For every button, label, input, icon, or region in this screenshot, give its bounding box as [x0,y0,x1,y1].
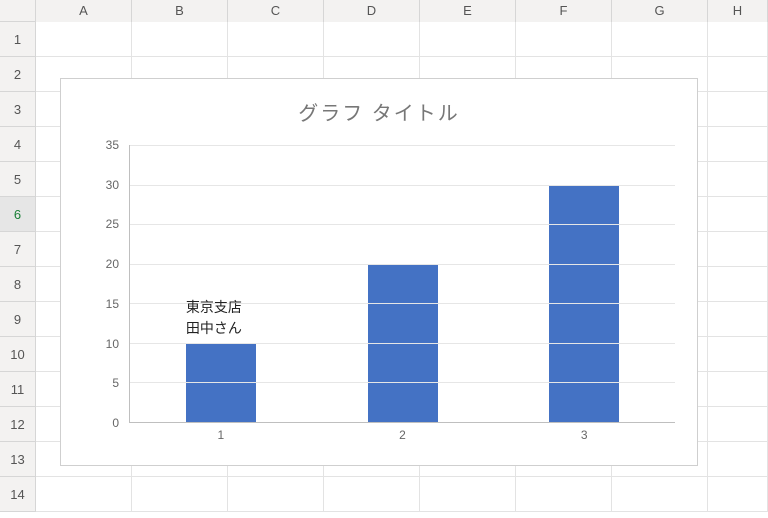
column-header-C[interactable]: C [228,0,324,22]
row-header-6[interactable]: 6 [0,197,36,232]
cell-C1[interactable] [228,22,324,57]
gridline [130,185,675,186]
cell-A1[interactable] [36,22,132,57]
cell-G14[interactable] [612,477,708,512]
bars-container: 123 [130,145,675,422]
cell-H4[interactable] [708,127,768,162]
row-header-10[interactable]: 10 [0,337,36,372]
cell-H7[interactable] [708,232,768,267]
row-header-11[interactable]: 11 [0,372,36,407]
gridline [130,224,675,225]
gridline [130,264,675,265]
cell-H2[interactable] [708,57,768,92]
cell-B1[interactable] [132,22,228,57]
cell-H13[interactable] [708,442,768,477]
row-header-13[interactable]: 13 [0,442,36,477]
y-tick-label: 10 [89,337,119,351]
cell-A14[interactable] [36,477,132,512]
row-header-5[interactable]: 5 [0,162,36,197]
column-headers: ABCDEFGH [0,0,768,22]
y-tick-label: 5 [89,376,119,390]
cell-F14[interactable] [516,477,612,512]
row-header-8[interactable]: 8 [0,267,36,302]
cell-H12[interactable] [708,407,768,442]
column-header-D[interactable]: D [324,0,420,22]
column-header-B[interactable]: B [132,0,228,22]
column-header-A[interactable]: A [36,0,132,22]
y-tick-label: 35 [89,138,119,152]
row-header-12[interactable]: 12 [0,407,36,442]
embedded-chart[interactable]: グラフ タイトル 05101520253035 123 東京支店 田中さん [60,78,698,466]
select-all-corner[interactable] [0,0,36,22]
gridline [130,343,675,344]
cell-H8[interactable] [708,267,768,302]
bar-slot: 3 [493,145,675,422]
row-header-4[interactable]: 4 [0,127,36,162]
cell-F1[interactable] [516,22,612,57]
cell-H14[interactable] [708,477,768,512]
bar-slot: 2 [312,145,494,422]
cell-E14[interactable] [420,477,516,512]
row-header-14[interactable]: 14 [0,477,36,512]
row-header-3[interactable]: 3 [0,92,36,127]
chart-title[interactable]: グラフ タイトル [61,79,697,127]
cell-H11[interactable] [708,372,768,407]
x-tick-label: 1 [217,428,224,442]
cell-H5[interactable] [708,162,768,197]
y-axis: 05101520253035 [89,145,119,423]
x-tick-label: 2 [399,428,406,442]
cell-D1[interactable] [324,22,420,57]
y-tick-label: 20 [89,257,119,271]
cell-H9[interactable] [708,302,768,337]
cell-B14[interactable] [132,477,228,512]
x-tick-label: 3 [581,428,588,442]
cell-C14[interactable] [228,477,324,512]
data-label[interactable]: 東京支店 田中さん [186,297,242,339]
column-header-G[interactable]: G [612,0,708,22]
bar-slot: 1 [130,145,312,422]
column-header-F[interactable]: F [516,0,612,22]
y-tick-label: 0 [89,416,119,430]
row-headers: 1234567891011121314 [0,22,36,512]
y-tick-label: 15 [89,297,119,311]
row-header-7[interactable]: 7 [0,232,36,267]
cell-H10[interactable] [708,337,768,372]
cell-H1[interactable] [708,22,768,57]
plot-area-wrap: 05101520253035 123 東京支店 田中さん [89,145,675,423]
gridline [130,382,675,383]
row-header-2[interactable]: 2 [0,57,36,92]
row-header-1[interactable]: 1 [0,22,36,57]
column-header-H[interactable]: H [708,0,768,22]
cell-E1[interactable] [420,22,516,57]
spreadsheet-root: ABCDEFGH 1234567891011121314 グラフ タイトル 05… [0,0,768,518]
cell-D14[interactable] [324,477,420,512]
y-tick-label: 25 [89,217,119,231]
column-header-E[interactable]: E [420,0,516,22]
gridline [130,145,675,146]
row-header-9[interactable]: 9 [0,302,36,337]
cell-H3[interactable] [708,92,768,127]
cell-H6[interactable] [708,197,768,232]
y-tick-label: 30 [89,178,119,192]
plot-area[interactable]: 123 東京支店 田中さん [129,145,675,423]
cell-G1[interactable] [612,22,708,57]
